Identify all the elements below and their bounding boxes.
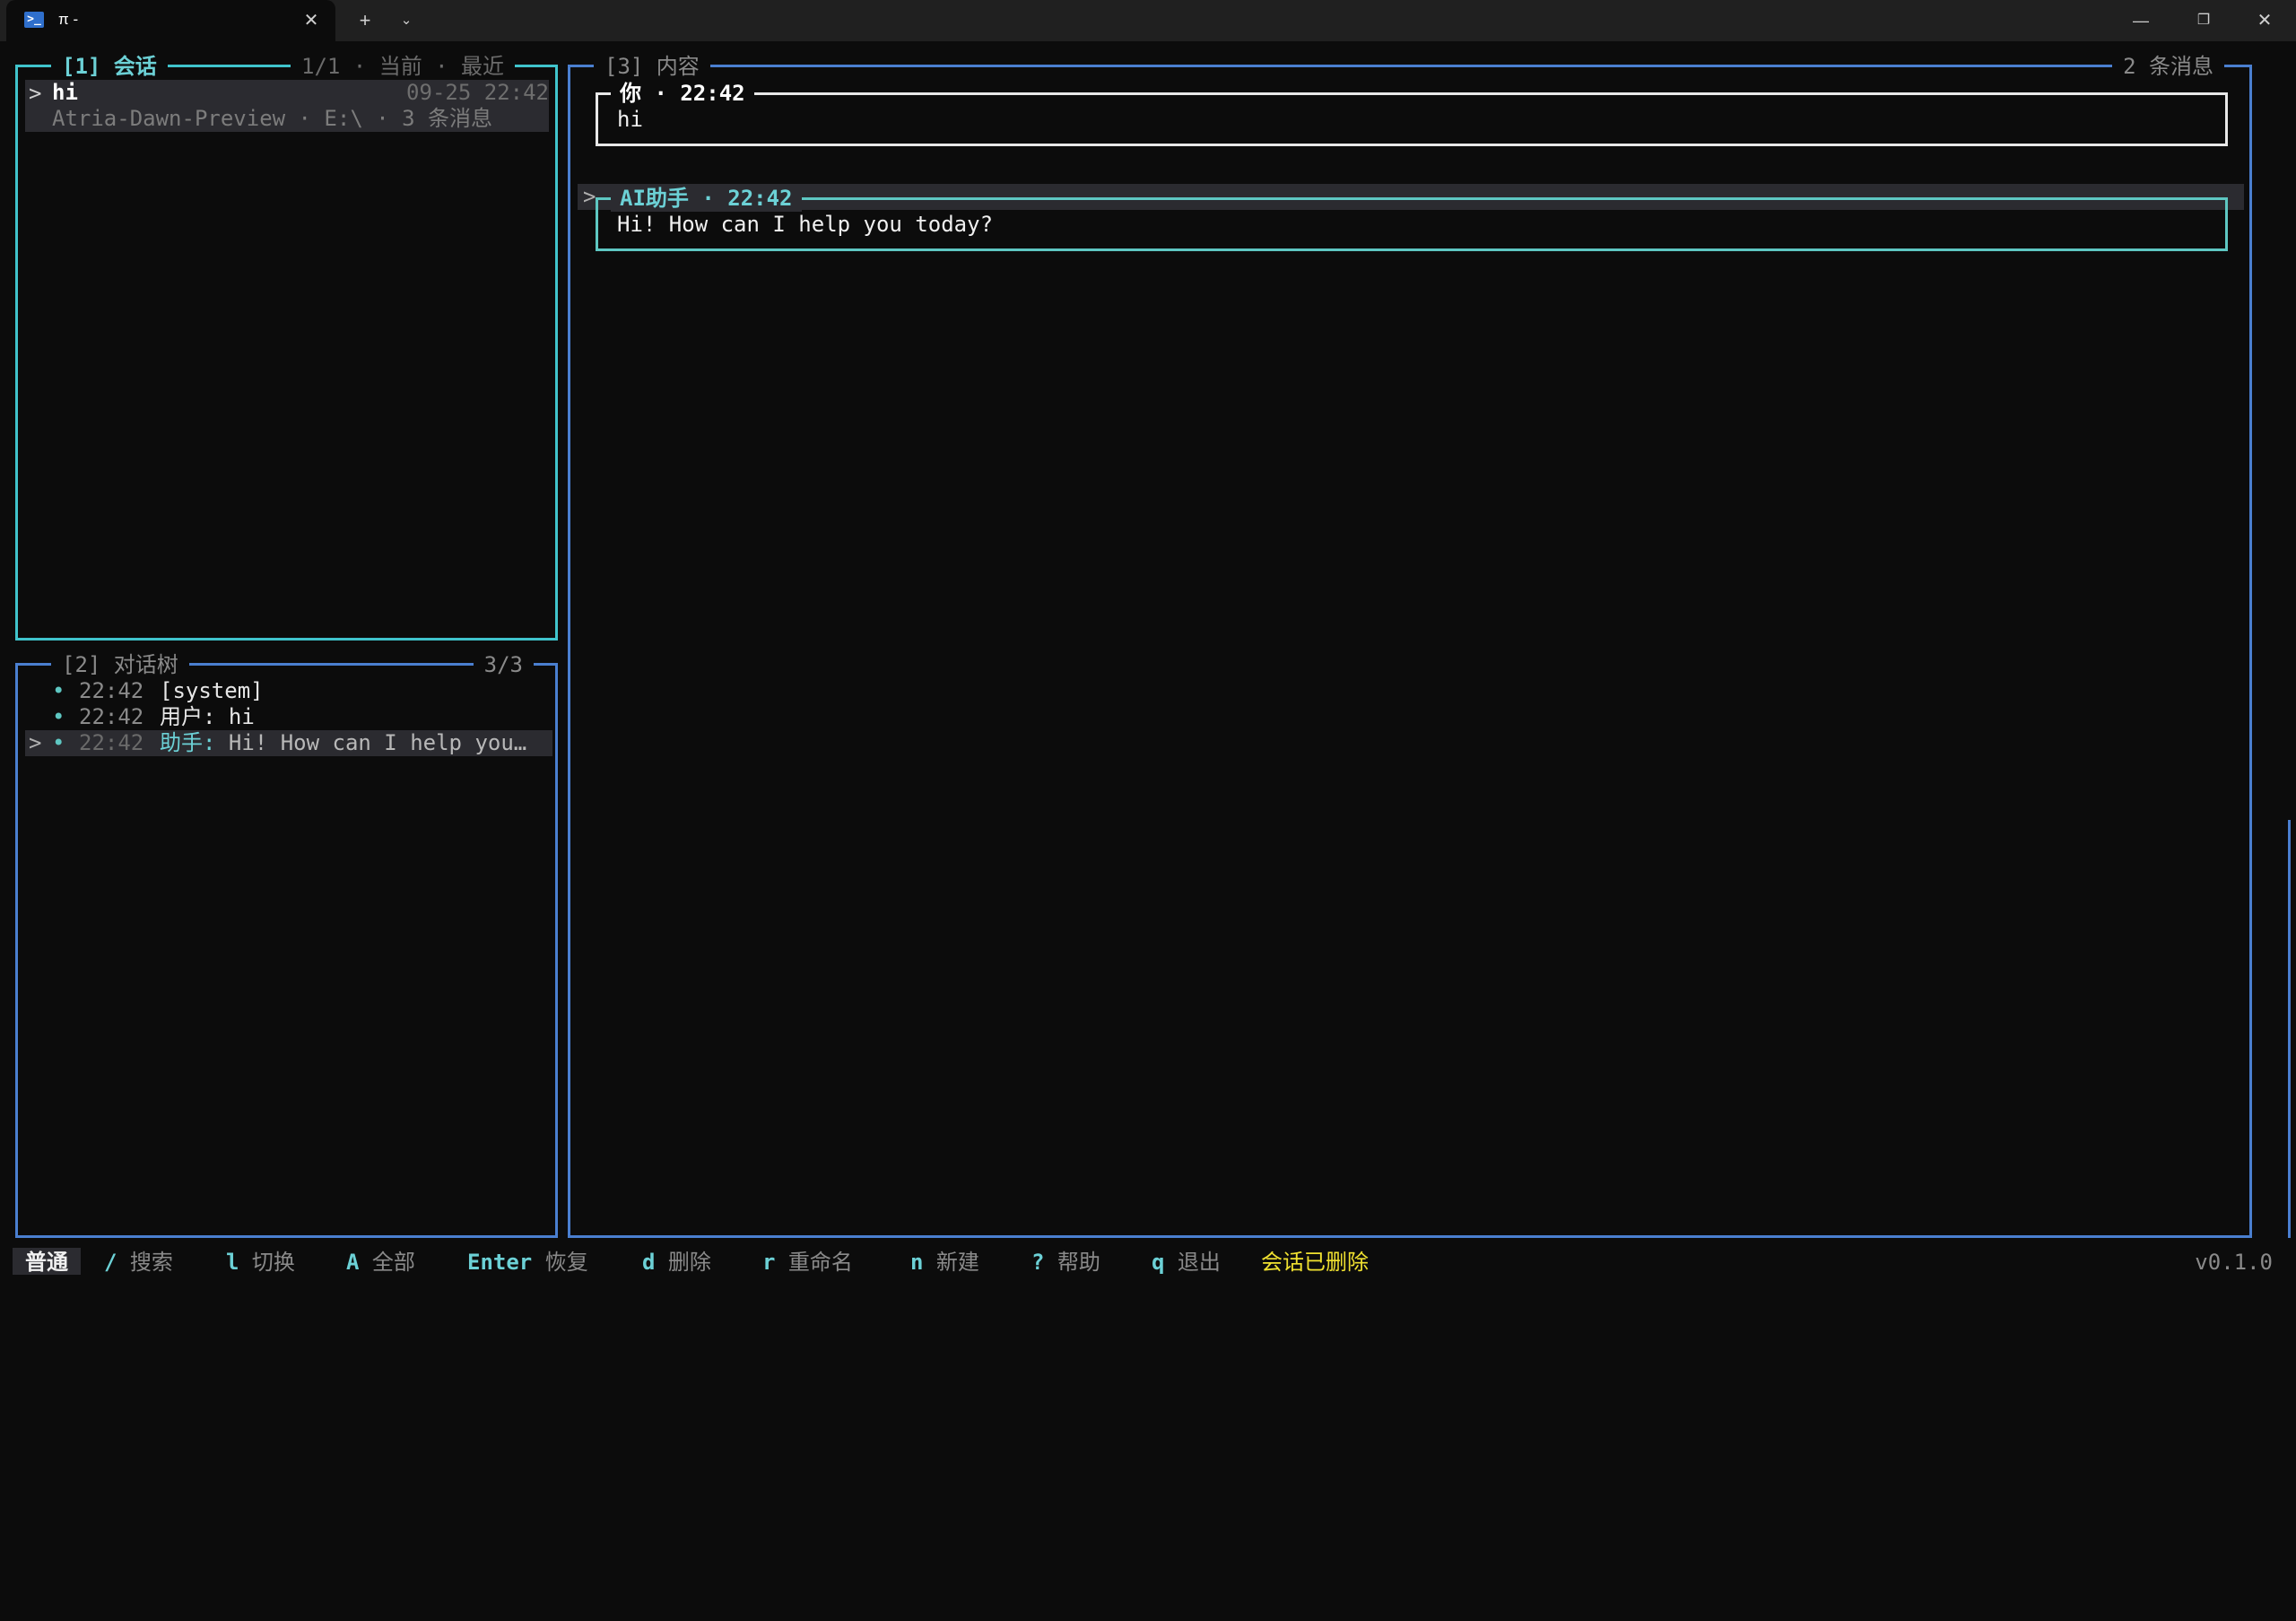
hint-key: d bbox=[642, 1250, 656, 1275]
hint-all: A 全部 bbox=[346, 1248, 415, 1277]
tree-node-assistant[interactable]: > • 22:42 助手: Hi! How can I help you… bbox=[25, 730, 552, 756]
tree-node-role: 助手: bbox=[160, 730, 216, 755]
session-time: 09-25 22:42 bbox=[406, 80, 549, 105]
terminal-tab[interactable]: >_ π - ✕ bbox=[6, 0, 335, 41]
tree-panel-count: 3/3 bbox=[473, 651, 534, 678]
session-meta: Atria-Dawn-Preview · E:\ · 3 条消息 bbox=[52, 106, 493, 131]
scrollbar-thumb[interactable] bbox=[2288, 820, 2291, 1238]
selection-caret-icon: > bbox=[583, 184, 596, 209]
content-panel-title: [3] 内容 bbox=[594, 53, 710, 80]
restore-button[interactable]: ❐ bbox=[2179, 0, 2228, 41]
tree-node-label: 用户: hi bbox=[160, 704, 255, 729]
tree-node-label: [system] bbox=[160, 678, 264, 703]
hint-search: / 搜索 bbox=[104, 1248, 173, 1277]
hint-key: A bbox=[346, 1250, 360, 1275]
sessions-panel-filter: 1/1 · 当前 · 最近 bbox=[291, 53, 516, 80]
hint-desc: 重命名 bbox=[787, 1250, 853, 1275]
hint-rename: r 重命名 bbox=[762, 1248, 853, 1277]
selection-caret-icon: > bbox=[29, 81, 42, 106]
selection-caret-icon: > bbox=[29, 730, 42, 755]
status-message: 会话已删除 bbox=[1261, 1250, 1369, 1275]
hint-key: / bbox=[104, 1250, 117, 1275]
conversation-tree-panel: [2] 对话树 3/3 • 22:42 [system] • 22:42 用户:… bbox=[15, 651, 558, 1238]
mode-indicator: 普通 bbox=[13, 1248, 81, 1275]
hint-desc: 帮助 bbox=[1057, 1250, 1100, 1275]
hint-key: n bbox=[910, 1250, 924, 1275]
hint-desc: 切换 bbox=[251, 1250, 295, 1275]
bullet-icon: • bbox=[52, 704, 65, 729]
hint-quit: q 退出 bbox=[1152, 1248, 1221, 1277]
bullet-icon: • bbox=[52, 678, 65, 703]
hint-restore: Enter 恢复 bbox=[467, 1248, 588, 1277]
content-panel: [3] 内容 2 条消息 你 · 22:42 hi > AI助手 · 22:42… bbox=[568, 53, 2252, 1238]
tree-panel-title: [2] 对话树 bbox=[51, 651, 189, 678]
assistant-message[interactable]: AI助手 · 22:42 Hi! How can I help you toda… bbox=[596, 186, 2228, 251]
message-body: hi bbox=[617, 107, 643, 132]
hint-desc: 退出 bbox=[1177, 1250, 1221, 1275]
title-bar: >_ π - ✕ + ⌄ — ❐ ✕ bbox=[0, 0, 2296, 41]
hint-desc: 全部 bbox=[371, 1250, 415, 1275]
sessions-panel-title: [1] 会话 bbox=[51, 53, 168, 80]
hint-switch: l 切换 bbox=[226, 1248, 295, 1277]
hint-key: Enter bbox=[467, 1250, 533, 1275]
hint-delete: d 删除 bbox=[642, 1248, 711, 1277]
hint-help: ? 帮助 bbox=[1031, 1248, 1100, 1277]
hint-new: n 新建 bbox=[910, 1248, 979, 1277]
message-body: Hi! How can I help you today? bbox=[617, 212, 994, 237]
sessions-panel: [1] 会话 1/1 · 当前 · 最近 > hi 09-25 22:42 At… bbox=[15, 53, 558, 641]
tree-node-user[interactable]: • 22:42 用户: hi bbox=[25, 704, 552, 730]
message-header: AI助手 · 22:42 bbox=[611, 186, 802, 212]
hint-desc: 新建 bbox=[935, 1250, 979, 1275]
tree-list: • 22:42 [system] • 22:42 用户: hi > • 22:4… bbox=[25, 678, 552, 756]
hint-desc: 搜索 bbox=[129, 1250, 173, 1275]
minimize-button[interactable]: — bbox=[2117, 0, 2165, 41]
hint-key: q bbox=[1152, 1250, 1165, 1275]
new-tab-button[interactable]: + bbox=[350, 0, 380, 41]
close-window-button[interactable]: ✕ bbox=[2240, 0, 2289, 41]
powershell-icon: >_ bbox=[24, 12, 44, 28]
hint-key: l bbox=[226, 1250, 239, 1275]
hint-key: r bbox=[762, 1250, 776, 1275]
hint-key: ? bbox=[1031, 1250, 1045, 1275]
tree-node-time: 22:42 bbox=[79, 730, 144, 755]
tab-title: π - bbox=[58, 11, 79, 28]
tree-node-text: Hi! How can I help you… bbox=[215, 730, 527, 755]
tree-node-time: 22:42 bbox=[79, 704, 144, 729]
session-name: hi bbox=[52, 80, 78, 105]
version-label: v0.1.0 bbox=[2195, 1250, 2273, 1275]
message-header: 你 · 22:42 bbox=[611, 81, 754, 107]
bullet-icon: • bbox=[52, 730, 65, 755]
tree-node-label: 助手: Hi! How can I help you… bbox=[160, 730, 545, 756]
close-tab-icon[interactable]: ✕ bbox=[298, 7, 325, 34]
content-panel-count: 2 条消息 bbox=[2112, 53, 2224, 80]
user-message[interactable]: 你 · 22:42 hi bbox=[596, 81, 2228, 146]
tree-node-system[interactable]: • 22:42 [system] bbox=[25, 678, 552, 704]
tree-node-time: 22:42 bbox=[79, 678, 144, 703]
status-bar: 普通 / 搜索 l 切换 A 全部 Enter 恢复 d 删除 r 重命名 n … bbox=[0, 1248, 2296, 1277]
hint-desc: 恢复 bbox=[544, 1250, 588, 1275]
session-item[interactable]: > hi 09-25 22:42 Atria-Dawn-Preview · E:… bbox=[25, 80, 549, 132]
chevron-down-icon[interactable]: ⌄ bbox=[391, 0, 422, 41]
hint-desc: 删除 bbox=[667, 1250, 711, 1275]
